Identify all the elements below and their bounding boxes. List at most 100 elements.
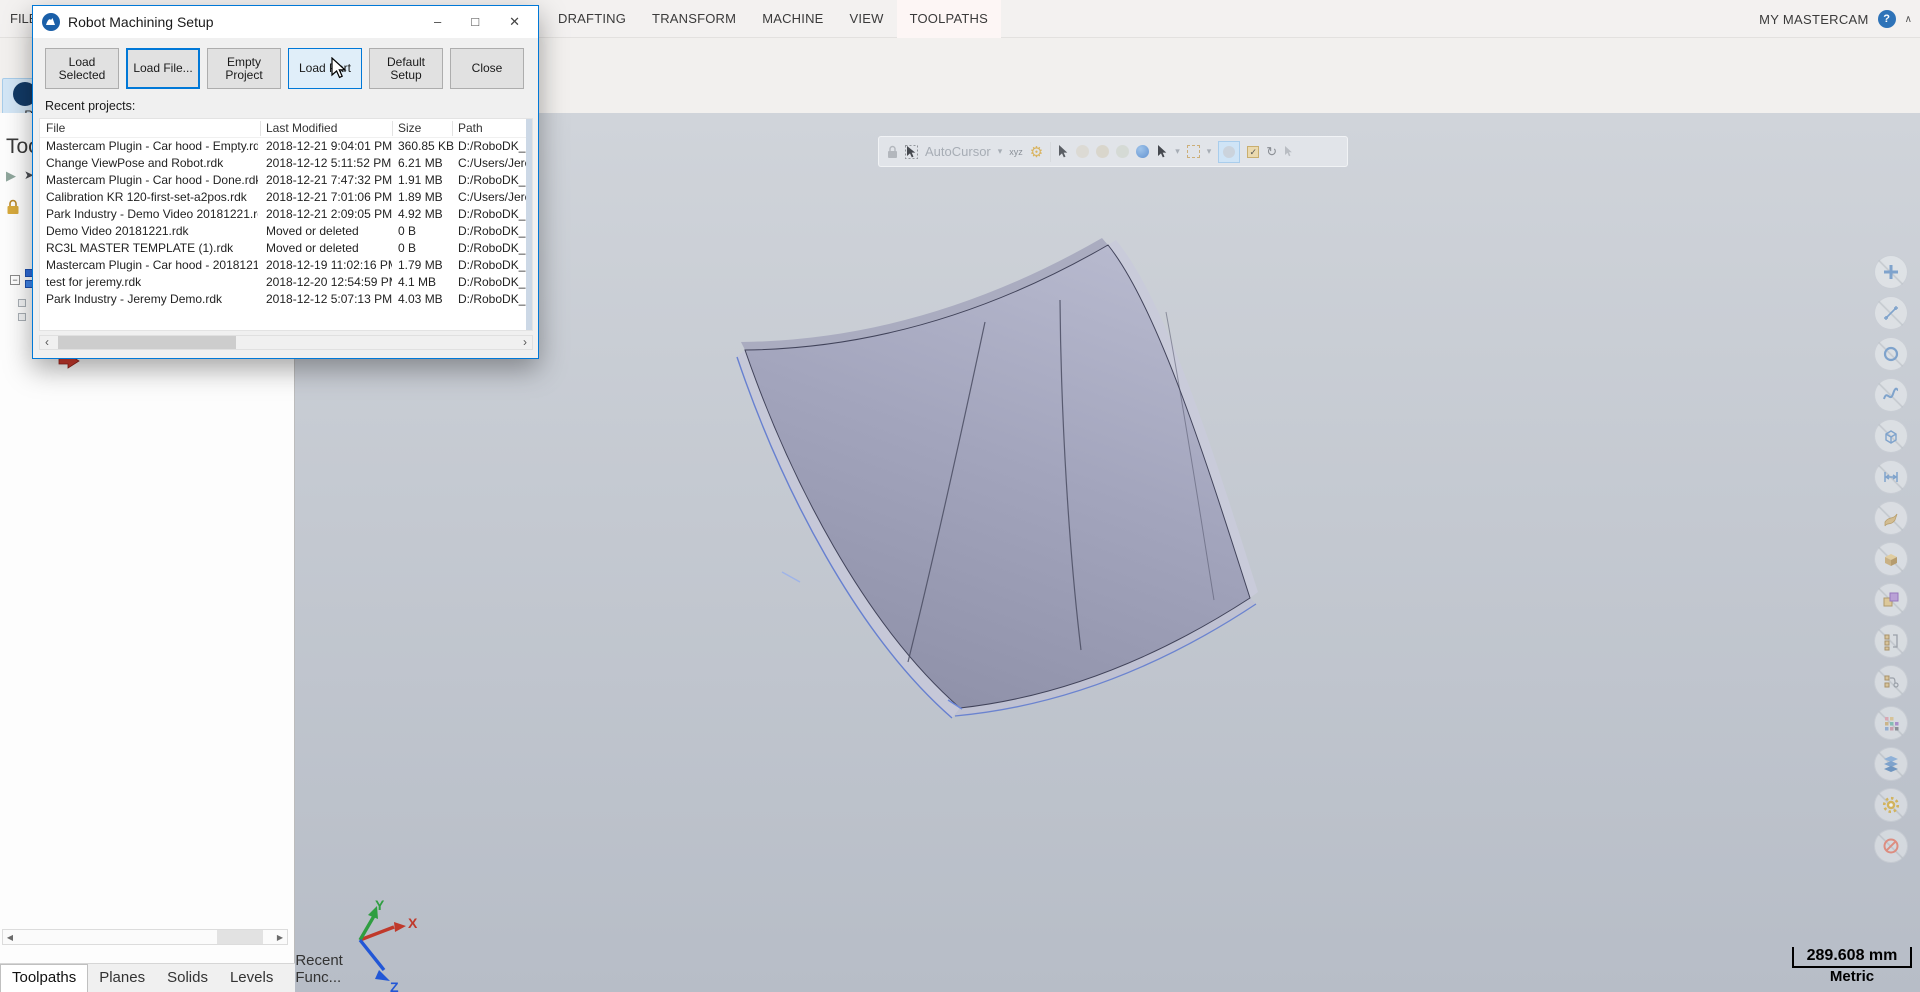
spline-icon[interactable] <box>1874 378 1908 412</box>
maximize-icon[interactable]: □ <box>471 14 479 30</box>
select-sphere-icon-1[interactable] <box>1076 145 1089 158</box>
close-button[interactable]: Close <box>450 48 524 89</box>
dimension-width-icon[interactable] <box>1874 460 1908 494</box>
table-row[interactable]: Calibration KR 120-first-set-a2pos.rdk20… <box>40 189 532 206</box>
select-arrow-icon[interactable] <box>1058 145 1069 158</box>
column-file[interactable]: File <box>46 119 258 137</box>
solid-cube-icon[interactable] <box>1874 542 1908 576</box>
fast-point-xyz-icon[interactable]: xyz <box>1009 147 1023 157</box>
add-plus-icon[interactable] <box>1874 255 1908 289</box>
window-selection-icon[interactable] <box>1187 145 1200 158</box>
tab-recent-functions[interactable]: Recent Func... <box>284 948 354 992</box>
point-to-point-icon[interactable] <box>1874 296 1908 330</box>
tree-node-icon-2[interactable] <box>18 313 26 321</box>
cell-file: Mastercam Plugin - Car hood - 20181219.r… <box>46 257 258 274</box>
tree-node-icon-1[interactable] <box>18 299 26 307</box>
load-selected-button[interactable]: Load Selected <box>45 48 119 89</box>
tab-view[interactable]: VIEW <box>837 0 897 38</box>
table-row[interactable]: Demo Video 20181221.rdkMoved or deleted0… <box>40 223 532 240</box>
tab-machine[interactable]: MACHINE <box>749 0 836 38</box>
close-icon[interactable]: ✕ <box>509 14 520 30</box>
cell-path: D:/RoboDK_D/V <box>458 172 530 189</box>
circle-icon[interactable] <box>1874 337 1908 371</box>
tab-planes[interactable]: Planes <box>88 965 156 992</box>
tab-drafting[interactable]: DRAFTING <box>545 0 639 38</box>
settings-gear-icon[interactable] <box>1874 788 1908 822</box>
tab-toolpaths[interactable]: TOOLPATHS <box>897 0 1001 38</box>
scrollbar-track[interactable] <box>17 930 273 944</box>
collapse-ribbon-icon[interactable]: ∧ <box>1905 14 1912 25</box>
validate-selection-icon[interactable]: ✓ <box>1247 146 1259 158</box>
load-part-button[interactable]: Load Part <box>288 48 362 89</box>
cell-file: Mastercam Plugin - Car hood - Done.rdk <box>46 172 258 189</box>
column-last-modified[interactable]: Last Modified <box>266 119 392 137</box>
empty-project-button[interactable]: Empty Project <box>207 48 281 89</box>
default-setup-button[interactable]: Default Setup <box>369 48 443 89</box>
autocursor-cursor-icon[interactable] <box>905 145 918 159</box>
active-selection-toggle[interactable] <box>1218 141 1240 163</box>
window-selection-dropdown-icon[interactable]: ▾ <box>1207 146 1212 157</box>
tree-expand-icon[interactable]: − <box>10 275 20 285</box>
my-mastercam-link[interactable]: MY MASTERCAM <box>1759 12 1869 27</box>
scroll-left-icon[interactable]: ‹ <box>40 336 54 349</box>
column-path[interactable]: Path <box>458 119 530 137</box>
table-row[interactable]: Mastercam Plugin - Car hood - Done.rdk20… <box>40 172 532 189</box>
select-sphere-icon-2[interactable] <box>1096 145 1109 158</box>
table-row[interactable]: Change ViewPose and Robot.rdk2018-12-12 … <box>40 155 532 172</box>
cell-size: 1.89 MB <box>398 189 454 206</box>
autocursor-toolbar: AutoCursor ▾ xyz ⚙ ▾ ▾ ✓ ↻ <box>878 136 1348 167</box>
group-tree-icon[interactable] <box>1874 665 1908 699</box>
autocursor-settings-gear-icon[interactable]: ⚙ <box>1030 143 1043 161</box>
overlap-squares-icon[interactable] <box>1874 583 1908 617</box>
column-size[interactable]: Size <box>398 119 454 137</box>
minimize-icon[interactable]: – <box>434 14 441 30</box>
help-icon[interactable]: ? <box>1878 10 1896 28</box>
tab-levels[interactable]: Levels <box>219 965 284 992</box>
cell-size: 4.1 MB <box>398 274 454 291</box>
generate-toolpath-icon[interactable]: ▶ <box>6 168 16 184</box>
select-solids-sphere-icon[interactable] <box>1136 145 1149 158</box>
color-grid-icon[interactable] <box>1874 706 1908 740</box>
table-row[interactable]: test for jeremy.rdk2018-12-20 12:54:59 P… <box>40 274 532 291</box>
tab-toolpaths-manager[interactable]: Toolpaths <box>0 964 88 992</box>
autocursor-dropdown-icon[interactable]: ▾ <box>998 146 1003 157</box>
cell-file: RC3L MASTER TEMPLATE (1).rdk <box>46 240 258 257</box>
tab-solids[interactable]: Solids <box>156 965 219 992</box>
regenerate-icon[interactable]: ↻ <box>1266 144 1277 160</box>
scrollbar-thumb[interactable] <box>58 336 236 349</box>
axis-x-label: X <box>408 915 418 931</box>
layers-icon[interactable] <box>1874 747 1908 781</box>
cell-file: Park Industry - Jeremy Demo.rdk <box>46 291 258 308</box>
panel-horizontal-scrollbar[interactable]: ◀ ▶ <box>2 929 288 945</box>
disable-icon[interactable] <box>1874 829 1908 863</box>
table-row[interactable]: Mastercam Plugin - Car hood - Empty.rdk2… <box>40 138 532 155</box>
end-selection-cursor-icon[interactable] <box>1284 146 1294 157</box>
wireframe-cube-icon[interactable] <box>1874 419 1908 453</box>
scrollbar-thumb[interactable] <box>217 930 263 944</box>
scroll-right-icon[interactable]: ▶ <box>273 933 287 942</box>
scroll-right-icon[interactable]: › <box>518 336 532 349</box>
tab-transform[interactable]: TRANSFORM <box>639 0 749 38</box>
select-sphere-icon-3[interactable] <box>1116 145 1129 158</box>
table-row[interactable]: Park Industry - Jeremy Demo.rdk 2018-12-1… <box>40 291 532 308</box>
select-dropdown-icon[interactable]: ▾ <box>1175 146 1180 157</box>
table-row[interactable]: Park Industry - Demo Video 20181221.rdk2… <box>40 206 532 223</box>
cell-path: D:/RoboDK_D/C <box>458 206 530 223</box>
autocursor-label: AutoCursor <box>925 144 991 159</box>
sweep-surface-icon[interactable] <box>1874 501 1908 535</box>
cell-modified: 2018-12-12 5:07:13 PM <box>266 291 392 308</box>
lock-toolpath-icon[interactable] <box>6 199 20 215</box>
scroll-left-icon[interactable]: ◀ <box>3 933 17 942</box>
selection-list-icon[interactable] <box>1874 624 1908 658</box>
table-vertical-scrollbar[interactable] <box>526 119 532 330</box>
dialog-button-row: Load Selected Load File... Empty Project… <box>45 48 538 89</box>
dialog-title-bar[interactable]: Robot Machining Setup – □ ✕ <box>33 6 538 38</box>
load-file-button[interactable]: Load File... <box>126 48 200 89</box>
lock-icon[interactable] <box>887 145 898 159</box>
cell-file: Mastercam Plugin - Car hood - Empty.rdk <box>46 138 258 155</box>
table-row[interactable]: RC3L MASTER TEMPLATE (1).rdkMoved or del… <box>40 240 532 257</box>
table-row[interactable]: Mastercam Plugin - Car hood - 20181219.r… <box>40 257 532 274</box>
cell-size: 4.92 MB <box>398 206 454 223</box>
select-entity-cursor-icon[interactable] <box>1156 145 1168 158</box>
dialog-horizontal-scrollbar[interactable]: ‹ › <box>39 335 533 350</box>
